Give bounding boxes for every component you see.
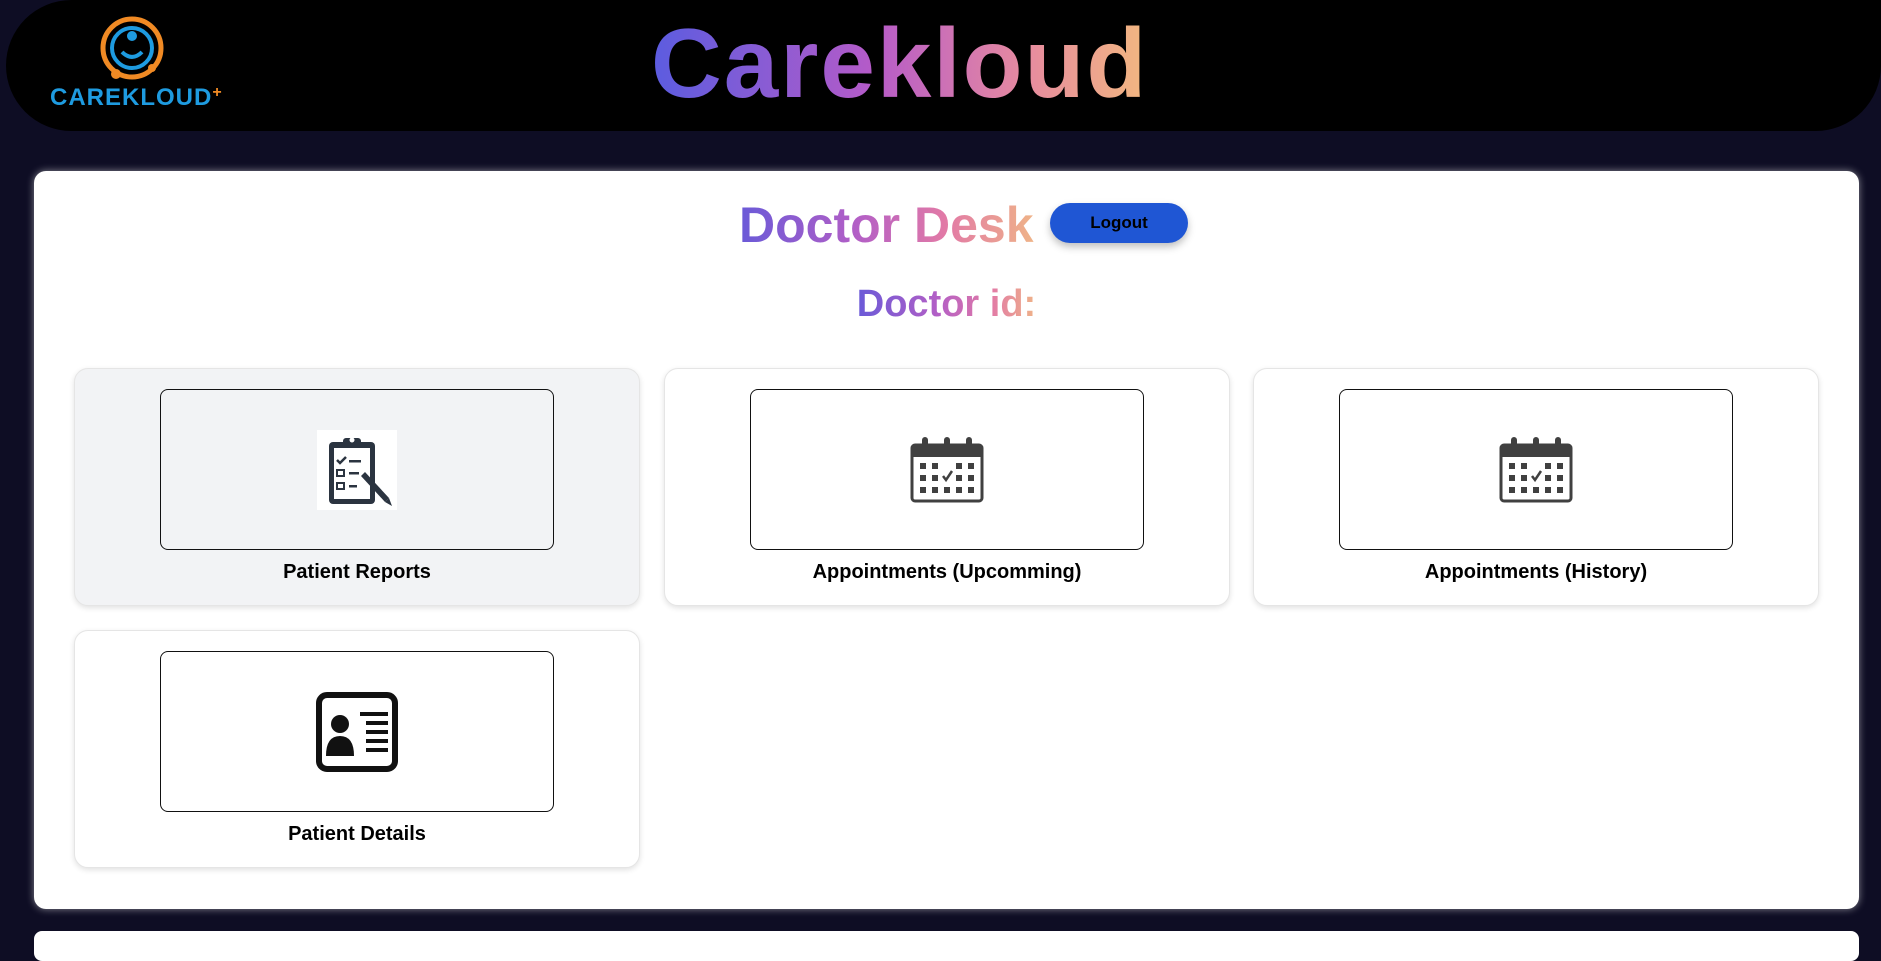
card-appointments-history[interactable]: Appointments (History) [1253, 368, 1819, 606]
card-patient-details[interactable]: Patient Details [74, 630, 640, 868]
doctor-desk-panel: Doctor Desk Logout Doctor id: Patient Re… [34, 171, 1859, 909]
card-patient-reports[interactable]: Patient Reports [74, 368, 640, 606]
card-appointments-upcoming[interactable]: Appointments (Upcomming) [664, 368, 1230, 606]
card-label: Patient Reports [283, 561, 431, 583]
logo-text: CAREKLOUD+ [50, 84, 223, 111]
id-card-icon [316, 691, 398, 772]
calendar-icon [1499, 436, 1573, 502]
app-title: Carekloud [651, 8, 1149, 118]
page-title: Doctor Desk [739, 197, 1034, 253]
card-icon-frame [750, 389, 1144, 550]
app-header: CAREKLOUD+ Carekloud [6, 0, 1881, 131]
calendar-icon [910, 436, 984, 502]
doctor-id-label: Doctor id: [856, 283, 1037, 325]
footer-panel [34, 931, 1859, 961]
logo-mark-icon [100, 16, 164, 80]
clipboard-checklist-icon [317, 429, 397, 510]
card-label: Appointments (Upcomming) [812, 561, 1082, 583]
card-label: Patient Details [288, 823, 426, 845]
card-icon-frame [1339, 389, 1733, 550]
card-icon-frame [160, 389, 554, 550]
logout-button[interactable]: Logout [1050, 203, 1188, 243]
card-label: Appointments (History) [1424, 561, 1648, 583]
carekloud-logo[interactable]: CAREKLOUD+ [50, 16, 222, 112]
card-icon-frame [160, 651, 554, 812]
